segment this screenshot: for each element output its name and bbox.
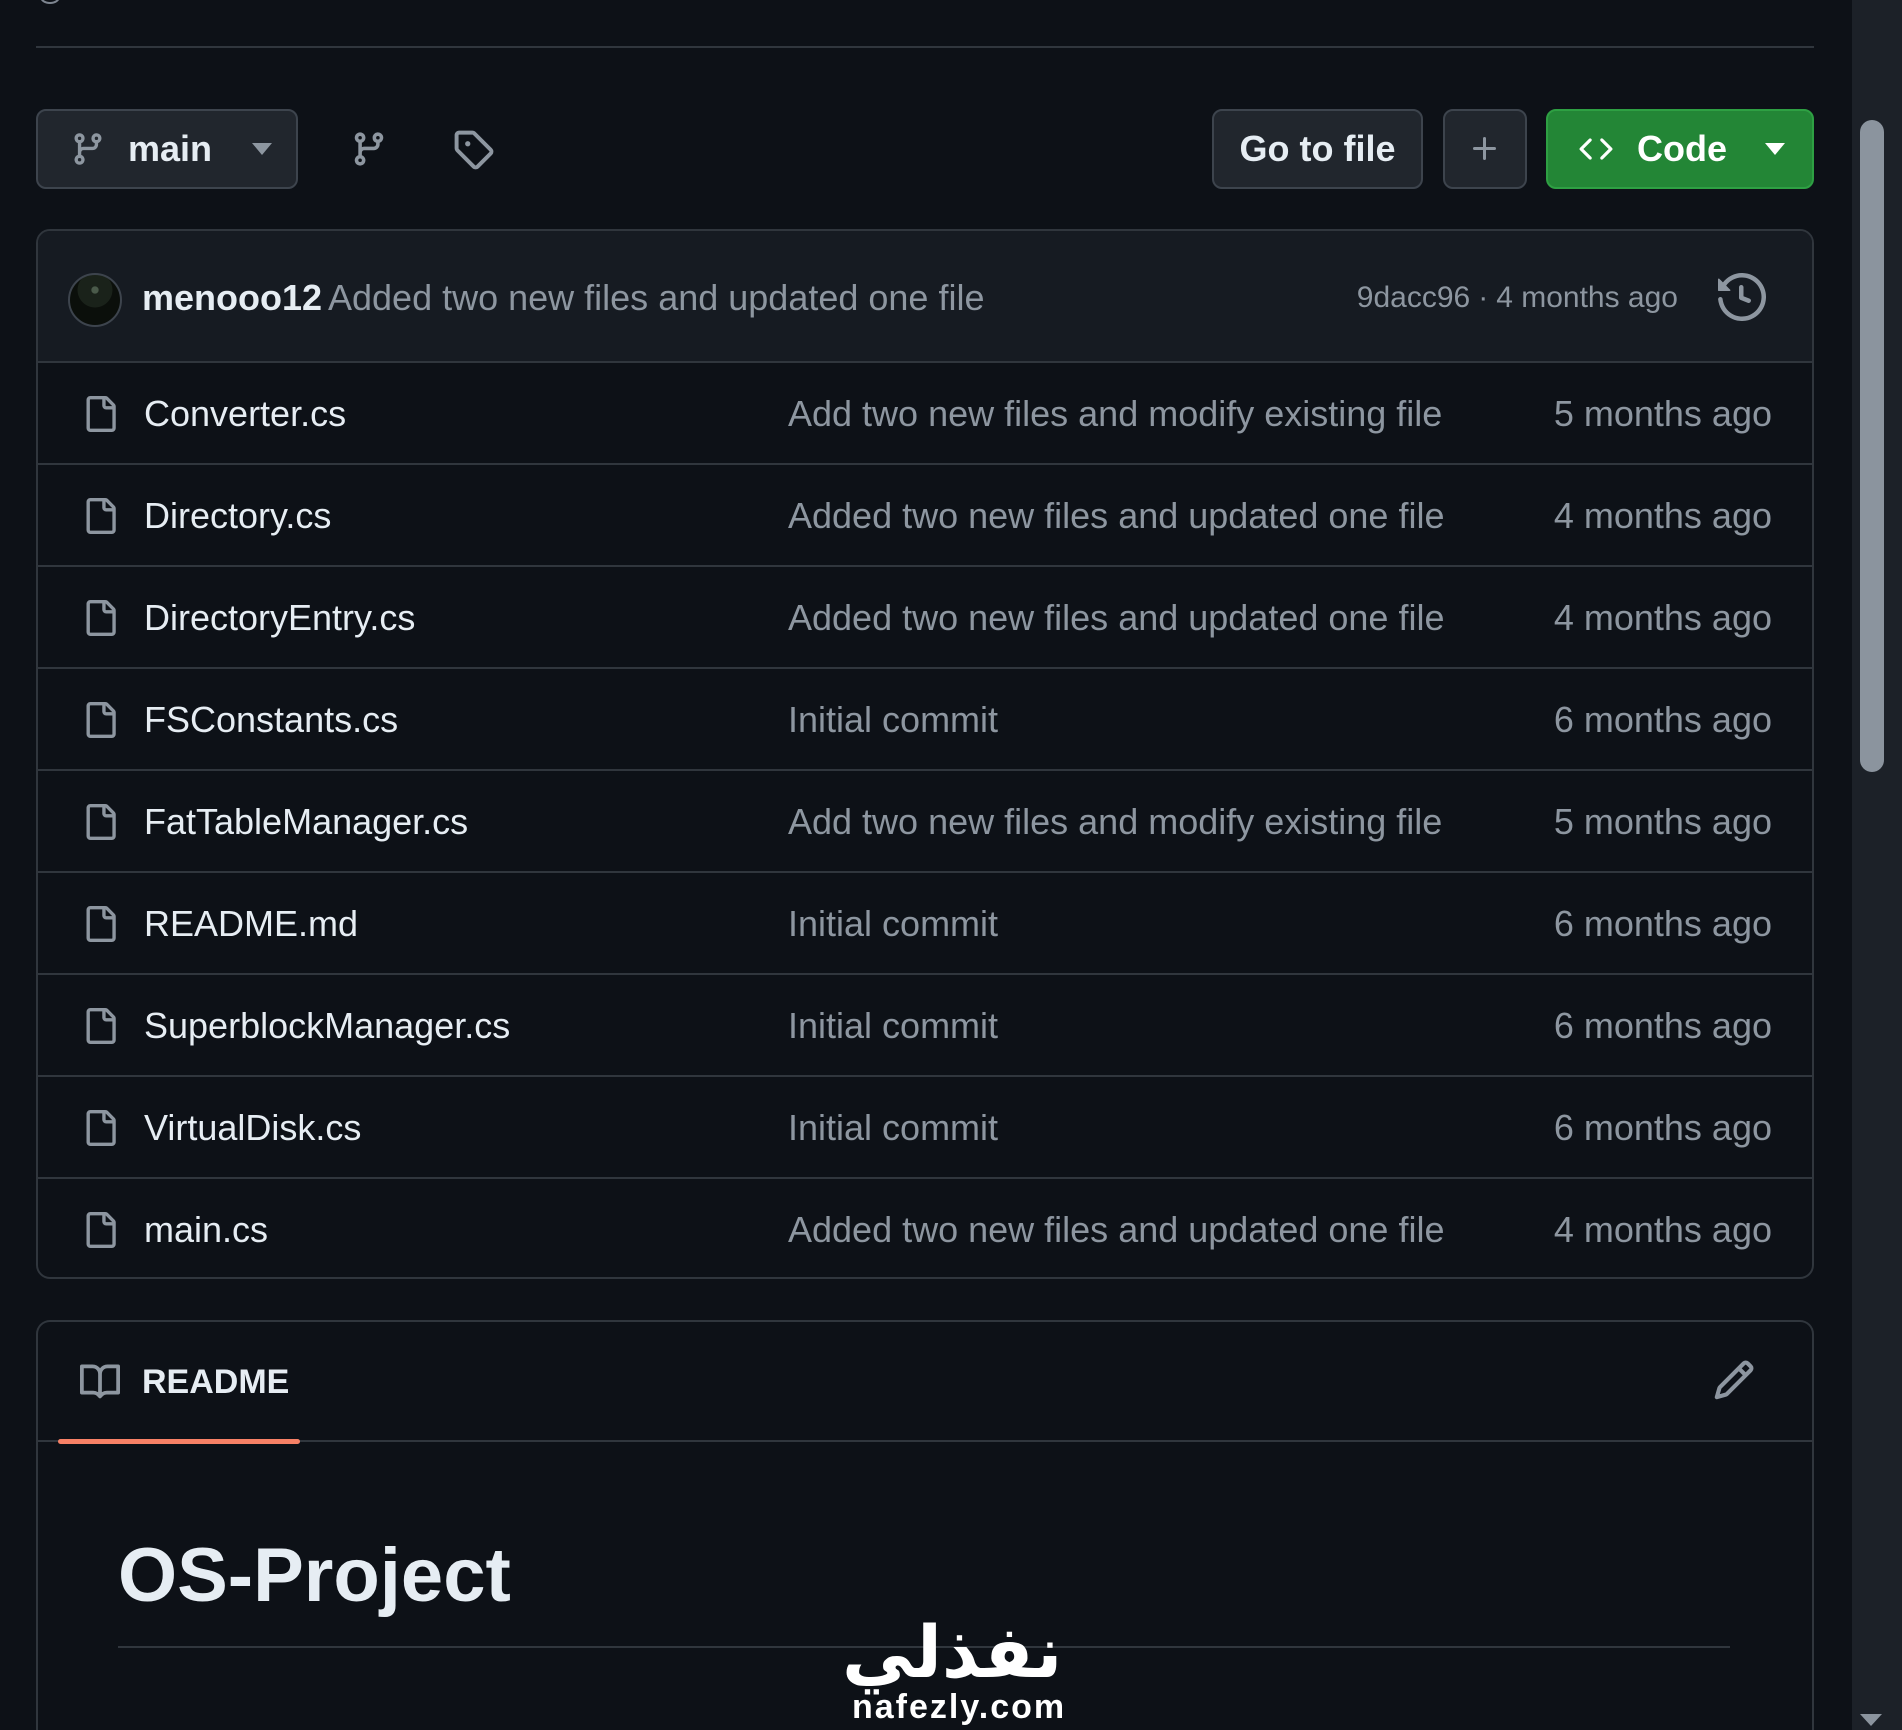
latest-commit-bar: menooo12 Added two new files and updated… <box>38 231 1812 363</box>
file-commit-age: 6 months ago <box>1553 903 1772 944</box>
file-icon <box>86 1110 116 1146</box>
file-icon <box>86 906 116 942</box>
file-icon <box>86 702 116 738</box>
file-commit-message-link[interactable]: Initial commit <box>788 903 998 945</box>
file-commit-message-link[interactable]: Initial commit <box>788 1005 998 1047</box>
table-row[interactable]: FSConstants.cs Initial commit 6 months ago <box>38 669 1812 771</box>
file-commit-age: 4 months ago <box>1553 597 1772 638</box>
file-icon <box>86 1212 116 1248</box>
file-commit-message-link[interactable]: Add two new files and modify existing fi… <box>788 393 1442 435</box>
avatar[interactable] <box>68 273 122 327</box>
scroll-down-arrow-icon[interactable] <box>1860 1714 1882 1726</box>
file-name-link[interactable]: DirectoryEntry.cs <box>144 597 415 639</box>
meta-separator: · <box>1478 281 1489 314</box>
file-commit-age: 4 months ago <box>1553 1209 1772 1250</box>
readme-title: OS-Project <box>118 1533 511 1618</box>
commit-meta: 9dacc96 · 4 months ago <box>1357 281 1678 315</box>
table-row[interactable]: FatTableManager.cs Add two new files and … <box>38 771 1812 873</box>
commit-hash[interactable]: 9dacc96 <box>1357 281 1470 315</box>
file-name-link[interactable]: SuperblockManager.cs <box>144 1005 510 1047</box>
table-row[interactable]: DirectoryEntry.cs Added two new files and… <box>38 567 1812 669</box>
file-icon <box>86 498 116 534</box>
readme-tab-label: README <box>142 1362 290 1401</box>
branch-name: main <box>128 128 213 169</box>
caret-down-icon <box>1765 143 1785 155</box>
file-name-link[interactable]: README.md <box>144 903 358 945</box>
watermark-arabic: نفذلي <box>842 1613 1063 1693</box>
file-name-link[interactable]: main.cs <box>144 1209 268 1251</box>
history-icon[interactable] <box>1718 273 1766 321</box>
readme-header: README <box>38 1322 1812 1444</box>
tag-icon <box>454 130 494 170</box>
file-icon <box>86 600 116 636</box>
table-row[interactable]: Directory.cs Added two new files and upda… <box>38 465 1812 567</box>
file-commit-age: 4 months ago <box>1553 495 1772 536</box>
file-list: menooo12 Added two new files and updated… <box>36 229 1814 1279</box>
file-commit-message-link[interactable]: Initial commit <box>788 1107 998 1149</box>
file-commit-age: 5 months ago <box>1553 393 1772 434</box>
git-branch-icon <box>354 132 384 166</box>
partial-icon <box>40 0 60 4</box>
watermark-domain: nafezly.com <box>852 1688 1067 1726</box>
file-name-link[interactable]: Converter.cs <box>144 393 346 435</box>
file-name-link[interactable]: Directory.cs <box>144 495 331 537</box>
file-name-link[interactable]: VirtualDisk.cs <box>144 1107 361 1149</box>
file-commit-message-link[interactable]: Added two new files and updated one file <box>788 1209 1444 1251</box>
code-button-label: Code <box>1637 128 1727 169</box>
add-file-button[interactable] <box>1443 109 1527 189</box>
caret-down-icon <box>252 143 273 155</box>
go-to-file-button[interactable]: Go to file <box>1212 109 1423 189</box>
commit-author[interactable]: menooo12 <box>142 277 322 319</box>
file-commit-age: 6 months ago <box>1553 1107 1772 1148</box>
file-commit-age: 6 months ago <box>1553 699 1772 740</box>
file-name-link[interactable]: FSConstants.cs <box>144 699 398 741</box>
file-name-link[interactable]: FatTableManager.cs <box>144 801 468 843</box>
file-icon <box>86 1008 116 1044</box>
table-row[interactable]: README.md Initial commit 6 months ago <box>38 873 1812 975</box>
commit-message[interactable]: Added two new files and updated one file <box>328 277 984 319</box>
go-to-file-label: Go to file <box>1239 128 1396 169</box>
repository-page: main Go to file Code menooo12 Added two … <box>0 0 1902 1730</box>
file-commit-message-link[interactable]: Add two new files and modify existing fi… <box>788 801 1442 843</box>
table-row[interactable]: SuperblockManager.cs Initial commit 6 mont… <box>38 975 1812 1077</box>
file-commit-message-link[interactable]: Added two new files and updated one file <box>788 597 1444 639</box>
git-branch-icon <box>74 133 102 165</box>
pencil-icon[interactable] <box>1712 1358 1756 1402</box>
file-commit-message-link[interactable]: Initial commit <box>788 699 998 741</box>
code-button[interactable]: Code <box>1546 109 1814 189</box>
file-commit-age: 5 months ago <box>1553 801 1772 842</box>
branch-selector-button[interactable]: main <box>36 109 298 189</box>
table-row[interactable]: VirtualDisk.cs Initial commit 6 months ago <box>38 1077 1812 1179</box>
commit-age: 4 months ago <box>1496 281 1678 314</box>
book-icon <box>80 1364 121 1399</box>
active-tab-underline <box>58 1439 300 1444</box>
tags-link[interactable] <box>448 124 498 174</box>
table-row[interactable]: main.cs Added two new files and updated o… <box>38 1179 1812 1277</box>
file-commit-age: 6 months ago <box>1553 1005 1772 1046</box>
code-icon <box>1579 138 1613 160</box>
file-rows: Converter.cs Add two new files and modify… <box>38 363 1812 1277</box>
file-icon <box>86 396 116 432</box>
file-commit-message-link[interactable]: Added two new files and updated one file <box>788 495 1444 537</box>
file-icon <box>86 804 116 840</box>
scrollbar-thumb[interactable] <box>1860 120 1884 772</box>
table-row[interactable]: Converter.cs Add two new files and modify… <box>38 363 1812 465</box>
plus-icon <box>1473 137 1496 160</box>
readme-tab[interactable]: README <box>58 1322 300 1444</box>
branches-link[interactable] <box>344 124 394 174</box>
top-divider <box>36 46 1814 48</box>
